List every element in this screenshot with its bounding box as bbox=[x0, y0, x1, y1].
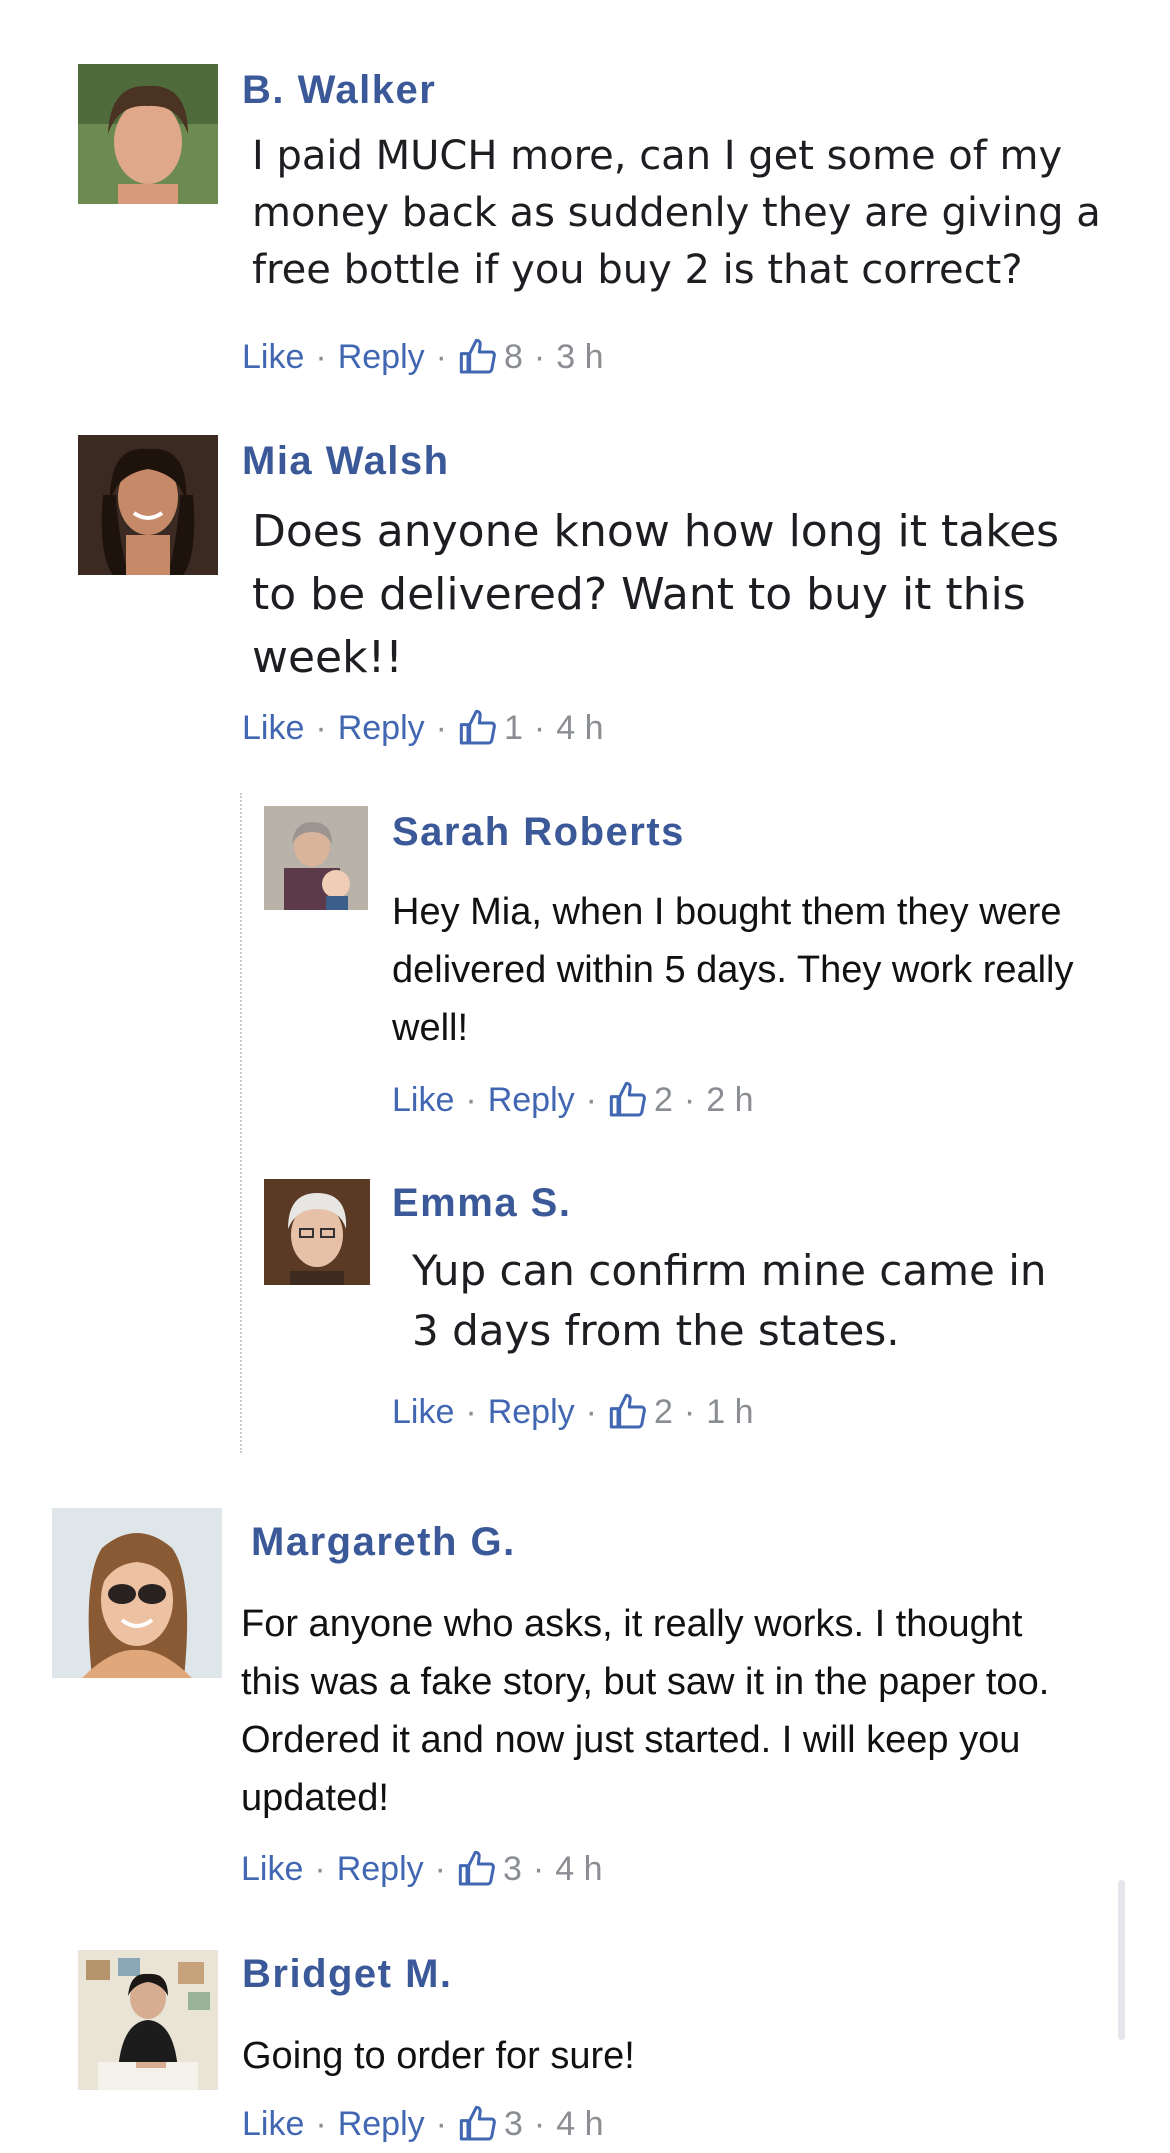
comment-time: 3 h bbox=[556, 337, 604, 376]
reply-link[interactable]: Reply bbox=[338, 338, 425, 377]
separator-dot: · bbox=[465, 1080, 477, 1119]
comment-actions: Like · Reply · 8 · 3 h bbox=[242, 337, 603, 377]
comment-time: 2 h bbox=[706, 1080, 754, 1119]
separator-dot: · bbox=[465, 1392, 477, 1431]
commenter-name[interactable]: Emma S. bbox=[392, 1181, 571, 1226]
like-count: 8 bbox=[503, 337, 523, 376]
comment-text: I paid MUCH more, can I get some of my m… bbox=[252, 133, 1101, 293]
avatar[interactable] bbox=[52, 1508, 222, 1678]
like-link[interactable]: Like bbox=[241, 1850, 303, 1889]
like-count: 2 bbox=[653, 1080, 673, 1119]
comment-actions: Like · Reply · 3 · 4 h bbox=[241, 1849, 602, 1889]
comment-text: Yup can confirm mine came in 3 days from… bbox=[412, 1246, 1047, 1355]
comment-text: For anyone who asks, it really works. I … bbox=[241, 1603, 1050, 1819]
comment-actions: Like · Reply · 2 · 2 h bbox=[392, 1080, 753, 1120]
separator-dot: · bbox=[435, 337, 447, 376]
separator-dot: · bbox=[434, 1849, 446, 1888]
avatar[interactable] bbox=[264, 1179, 370, 1285]
like-link[interactable]: Like bbox=[242, 2105, 304, 2144]
reply-thread-line bbox=[240, 793, 242, 1453]
comment-time: 1 h bbox=[706, 1392, 754, 1431]
separator-dot: · bbox=[532, 1849, 545, 1888]
like-count: 3 bbox=[502, 1849, 522, 1888]
comment-actions: Like · Reply · 3 · 4 h bbox=[242, 2104, 603, 2144]
comment-text: Does anyone know how long it takes to be… bbox=[252, 506, 1060, 683]
commenter-name[interactable]: Mia Walsh bbox=[242, 439, 450, 484]
avatar[interactable] bbox=[78, 435, 218, 575]
separator-dot: · bbox=[585, 1080, 597, 1119]
reply-link[interactable]: Reply bbox=[337, 1850, 424, 1889]
reply-link[interactable]: Reply bbox=[488, 1393, 575, 1432]
comment-actions: Like · Reply · 1 · 4 h bbox=[242, 708, 603, 748]
avatar[interactable] bbox=[78, 64, 218, 204]
avatar[interactable] bbox=[264, 806, 368, 910]
reply-link[interactable]: Reply bbox=[488, 1081, 575, 1120]
separator-dot: · bbox=[533, 337, 546, 376]
like-count: 3 bbox=[503, 2104, 523, 2143]
separator-dot: · bbox=[585, 1392, 597, 1431]
separator-dot: · bbox=[533, 708, 546, 747]
reply-link[interactable]: Reply bbox=[338, 2105, 425, 2144]
comment-text: Hey Mia, when I bought them they were de… bbox=[392, 891, 1074, 1049]
reply-link[interactable]: Reply bbox=[338, 709, 425, 748]
comment-time: 4 h bbox=[556, 2104, 604, 2143]
comment-time: 4 h bbox=[555, 1849, 603, 1888]
thumbs-up-icon bbox=[457, 1849, 497, 1889]
like-link[interactable]: Like bbox=[392, 1081, 454, 1120]
like-count: 1 bbox=[503, 708, 523, 747]
commenter-name[interactable]: Sarah Roberts bbox=[392, 810, 685, 855]
separator-dot: · bbox=[683, 1392, 696, 1431]
thumbs-up-icon bbox=[458, 2104, 498, 2144]
avatar[interactable] bbox=[78, 1950, 218, 2090]
separator-dot: · bbox=[315, 708, 327, 747]
separator-dot: · bbox=[435, 2104, 447, 2143]
commenter-name[interactable]: B. Walker bbox=[242, 68, 436, 113]
separator-dot: · bbox=[533, 2104, 546, 2143]
separator-dot: · bbox=[683, 1080, 696, 1119]
like-count: 2 bbox=[653, 1392, 673, 1431]
comment-actions: Like · Reply · 2 · 1 h bbox=[392, 1392, 753, 1432]
like-link[interactable]: Like bbox=[392, 1393, 454, 1432]
commenter-name[interactable]: Margareth G. bbox=[251, 1520, 516, 1565]
thumbs-up-icon bbox=[458, 337, 498, 377]
separator-dot: · bbox=[435, 708, 447, 747]
separator-dot: · bbox=[315, 337, 327, 376]
like-link[interactable]: Like bbox=[242, 709, 304, 748]
separator-dot: · bbox=[314, 1849, 326, 1888]
separator-dot: · bbox=[315, 2104, 327, 2143]
scrollbar[interactable] bbox=[1118, 1880, 1125, 2040]
comment-text: Going to order for sure! bbox=[242, 2035, 635, 2077]
thumbs-up-icon bbox=[608, 1392, 648, 1432]
thumbs-up-icon bbox=[458, 708, 498, 748]
comment-time: 4 h bbox=[556, 708, 604, 747]
thumbs-up-icon bbox=[608, 1080, 648, 1120]
commenter-name[interactable]: Bridget M. bbox=[242, 1952, 453, 1997]
like-link[interactable]: Like bbox=[242, 338, 304, 377]
